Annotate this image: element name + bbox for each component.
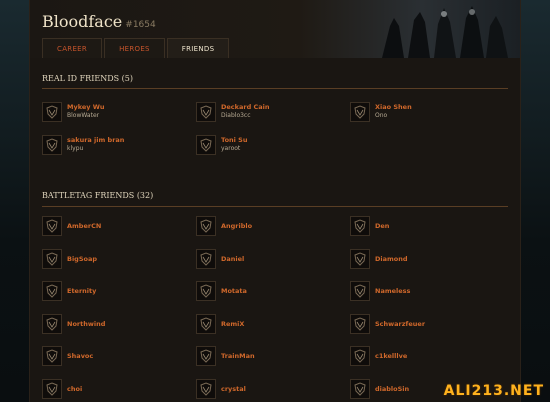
demon-crest-icon [196, 378, 216, 399]
battletag-friend[interactable]: Den [350, 216, 490, 238]
demon-crest-icon [42, 313, 62, 334]
friend-name: Angriblo [221, 222, 253, 230]
friend-name: Den [375, 222, 390, 230]
battletag-divider [42, 206, 508, 207]
battletag-friend[interactable]: crystal [196, 378, 336, 401]
friend-battletag: BlowWater [67, 112, 100, 119]
friend-name: Nameless [375, 287, 411, 295]
friend-battletag: klypu [67, 145, 84, 152]
demon-crest-icon [196, 216, 216, 236]
demon-crest-icon [42, 281, 62, 301]
friend-name: AmberCN [67, 222, 102, 230]
profile-panel: Bloodface #1654 CAREER HEROES FRIENDS REA… [30, 0, 520, 402]
backdrop-left [0, 0, 30, 402]
friend-battletag: yaroot [221, 145, 241, 152]
battletag-friend[interactable]: Nameless [350, 281, 490, 303]
demon-crest-icon [42, 378, 62, 399]
friends-content: REAL ID FRIENDS (5) Mykey Wu BlowWater D… [30, 58, 520, 402]
real-id-friend[interactable]: Mykey Wu BlowWater [42, 102, 182, 124]
demon-crest-icon [350, 346, 370, 366]
friend-name: crystal [221, 384, 246, 393]
demon-crest-icon [196, 313, 216, 334]
tab-friends[interactable]: FRIENDS [166, 38, 230, 59]
friend-name: Daniel [221, 254, 245, 263]
battletag-friend[interactable]: TrainMan [196, 346, 336, 368]
demon-crest-icon [196, 135, 216, 155]
demon-crest-icon [350, 281, 370, 301]
battletag-friend[interactable]: AmberCN [42, 216, 182, 238]
friend-name: Mykey Wu [67, 103, 105, 111]
demon-crest-icon [350, 378, 370, 399]
battletag-friend[interactable]: BigSoap [42, 248, 182, 271]
battletag-number: #1654 [125, 20, 156, 30]
demon-crest-icon [42, 135, 62, 155]
demon-crest-icon [350, 248, 370, 269]
battletag-friend[interactable]: RemiX [196, 313, 336, 336]
tab-career[interactable]: CAREER [42, 38, 103, 59]
demon-crest-icon [196, 281, 216, 301]
friend-name: diabloSin [375, 384, 410, 393]
real-id-friend[interactable]: Toni Su yaroot [196, 135, 336, 157]
battletag-friend[interactable]: Diamond [350, 248, 490, 271]
real-id-friend[interactable]: Deckard Cain Diablo3cc [196, 102, 336, 124]
watermark-text: ALI213.NET [443, 383, 544, 399]
friend-name: Shavoc [67, 352, 94, 360]
friend-name: Toni Su [221, 136, 248, 144]
friend-name: c1kelllve [375, 352, 408, 360]
friend-battletag: Diablo3cc [221, 112, 251, 119]
friend-name: Diamond [375, 254, 408, 263]
demon-crest-icon [350, 102, 370, 122]
battletag-friend[interactable]: Schwarzfeuer [350, 313, 490, 336]
friend-name: Xiao Shen [375, 103, 412, 111]
demon-crest-icon [196, 346, 216, 366]
real-id-friend[interactable]: Xiao Shen Ono [350, 102, 490, 124]
real-id-friend[interactable]: sakura jim bran klypu [42, 135, 182, 157]
battletag-friend[interactable]: Shavoc [42, 346, 182, 368]
battletag-friend[interactable]: Northwind [42, 313, 182, 336]
real-id-heading: REAL ID FRIENDS (5) [42, 74, 133, 83]
real-id-divider [42, 88, 508, 89]
backdrop-right [520, 0, 550, 402]
friend-battletag: Ono [375, 112, 388, 119]
friend-name: Deckard Cain [221, 103, 270, 111]
demon-crest-icon [42, 216, 62, 236]
friend-name: Northwind [67, 319, 106, 328]
demon-crest-icon [350, 313, 370, 334]
battletag-name: Bloodface [42, 12, 123, 31]
demon-crest-icon [350, 216, 370, 236]
profile-tabs: CAREER HEROES FRIENDS [42, 38, 230, 59]
demon-crest-icon [42, 102, 62, 122]
demon-crest-icon [196, 248, 216, 269]
demon-crest-icon [42, 346, 62, 366]
tab-heroes[interactable]: HEROES [104, 38, 165, 59]
friend-name: Motata [221, 287, 247, 295]
battletag-friend[interactable]: Eternity [42, 281, 182, 303]
battletag-friend[interactable]: Daniel [196, 248, 336, 271]
profile-title: Bloodface #1654 [42, 12, 156, 31]
profile-header: Bloodface #1654 CAREER HEROES FRIENDS [30, 0, 520, 59]
friend-name: BigSoap [67, 254, 98, 263]
battletag-friend[interactable]: Angriblo [196, 216, 336, 238]
friend-name: TrainMan [221, 352, 255, 360]
demon-crest-icon [42, 248, 62, 269]
friend-name: choi [67, 384, 83, 393]
friend-name: RemiX [221, 319, 245, 328]
battletag-heading: BATTLETAG FRIENDS (32) [42, 191, 154, 200]
battletag-friend[interactable]: Motata [196, 281, 336, 303]
friend-name: sakura jim bran [67, 136, 125, 144]
demon-crest-icon [196, 102, 216, 122]
watermark-logo: ALI213.NET [444, 383, 544, 399]
hero-figures-art [382, 6, 508, 58]
friend-name: Eternity [67, 287, 97, 295]
battletag-friend[interactable]: choi [42, 378, 182, 401]
battletag-friend[interactable]: c1kelllve [350, 346, 490, 368]
friend-name: Schwarzfeuer [375, 319, 426, 328]
